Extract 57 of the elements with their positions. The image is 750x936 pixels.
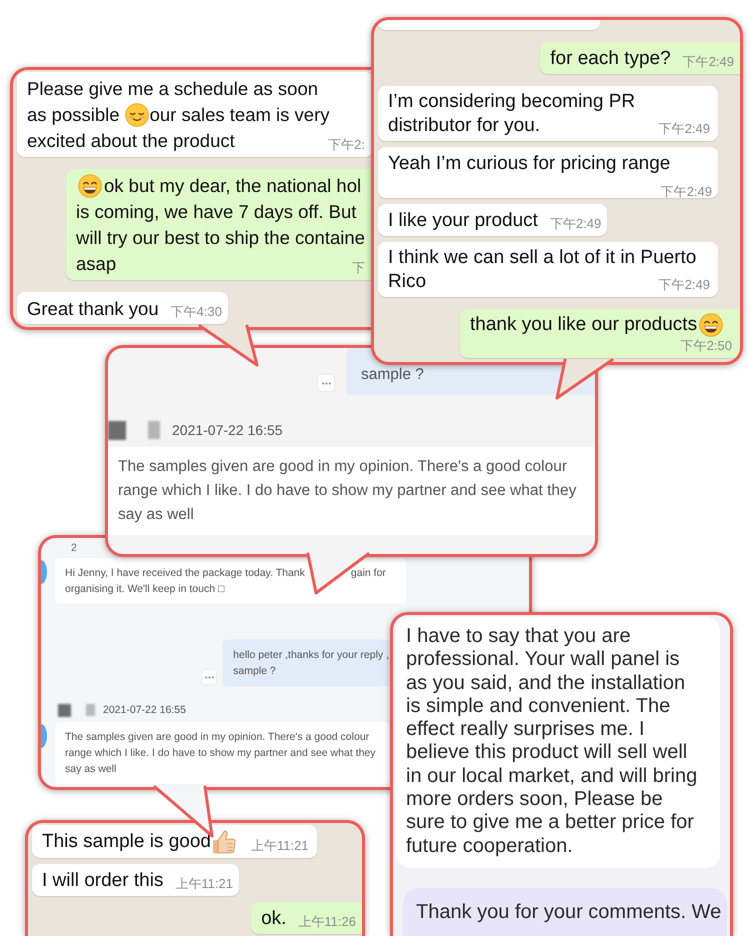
more-button[interactable]: [202, 670, 216, 684]
message-text: This sample is good: [42, 830, 211, 854]
message-time: 上午11:21: [175, 875, 233, 893]
message-text: ok but my dear, the national hol: [104, 174, 362, 198]
message-time: 下午2:49: [660, 183, 712, 201]
message-text: distributor for you.: [388, 114, 540, 138]
message-text: The samples given are good in my opinion. There's a good colour range which I like. I do have to show my partner and see what they say as well: [65, 731, 376, 775]
grinning-face-icon: [699, 313, 724, 337]
message-text: I’m considering becoming PR: [388, 90, 636, 114]
redaction-block: [58, 704, 71, 716]
message-text: I like your product: [388, 210, 538, 231]
message-text: will try our best to ship the containe: [76, 226, 365, 250]
message-text: excited about the product: [27, 129, 235, 153]
message-text: gain for: [350, 566, 386, 581]
message-text: thank you like our products: [470, 313, 698, 337]
ellipsis-icon: [204, 676, 214, 678]
redaction-block: [108, 420, 126, 440]
message-text: I think we can sell a lot of it in Puerto: [388, 246, 696, 270]
message-time: 下午4:30: [170, 303, 222, 321]
message-time: 下午2:50: [680, 337, 732, 355]
message-time: 下午2:49: [550, 215, 602, 233]
message-text: I have to say that you are professional. Your wall panel is as you said, and the installation is simple and convenient. The effect really surprises me. I believe this product will sell well in our local market, and will bring more orders soon, Please be sure to give me a better price for future cooperation.: [406, 625, 698, 857]
message-time: 下午2:49: [658, 276, 710, 294]
message-text: our sales team is very: [150, 103, 330, 127]
message-time: 下午2:49: [682, 53, 734, 71]
message-text: Rico: [388, 270, 426, 294]
message-text: Hi Jenny, I have received the package today. Thank: [65, 566, 305, 581]
message-text: for each type?: [550, 48, 671, 69]
message-text: Great thank you: [27, 298, 159, 319]
redaction-block: [86, 704, 95, 716]
message-time: 上午11:21: [250, 837, 309, 855]
message-time: 下: [351, 259, 365, 277]
message-text: Yeah I’m curious for pricing range: [388, 153, 670, 174]
message-text: hello peter ,thanks for your reply ,: [233, 648, 389, 663]
redaction-block: [148, 421, 160, 439]
message-time: 下午2:: [327, 136, 365, 154]
message-text: as possible: [27, 103, 120, 127]
message-text: organising it. We'll keep in touch □: [65, 582, 224, 597]
message-text: sample ?: [233, 664, 276, 679]
message-text: is coming, we have 7 days off. But: [76, 200, 356, 224]
message-date: 2021-07-22 16:55: [172, 421, 283, 440]
message-text: asap: [76, 252, 116, 276]
more-button[interactable]: [318, 375, 334, 391]
message-date: 2021-07-22 16:55: [103, 703, 186, 717]
message-text: The samples given are good in my opinion. There's a good colour range which I like. I do have to show my partner and see what they say as well: [118, 458, 576, 523]
thumbs-up-icon: [212, 830, 237, 854]
message-time: 上午11:26: [298, 913, 356, 931]
smiling-face-icon: [124, 103, 149, 127]
message-text: I will order this: [42, 870, 164, 891]
message-text: sample ?: [361, 366, 424, 383]
message-text: Thank you for your comments. We: [416, 900, 722, 923]
message-text: ok.: [261, 908, 286, 929]
grinning-face-icon: [78, 174, 102, 198]
ellipsis-icon: [322, 382, 330, 384]
message-time: 下午2:49: [658, 120, 710, 138]
date-label: 2: [71, 541, 77, 555]
message-text: Please give me a schedule as soon: [27, 77, 318, 101]
